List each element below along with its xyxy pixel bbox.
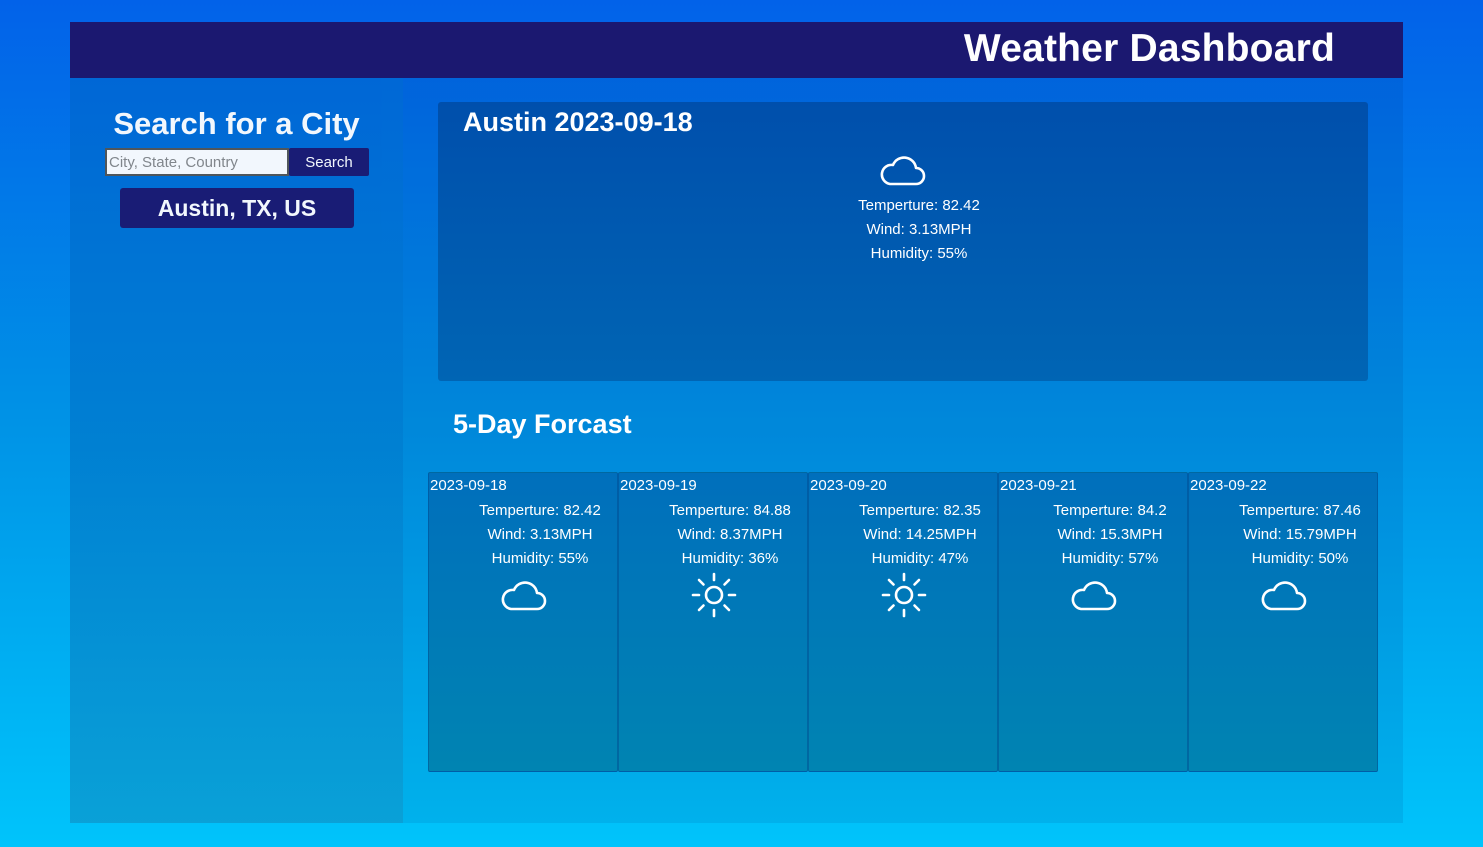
cloud-icon xyxy=(878,150,928,190)
forecast-humidity: Humidity: 36% xyxy=(681,550,779,567)
forecast-humidity: Humidity: 50% xyxy=(1251,550,1349,567)
forecast-stats: Temperture: 84.88 Wind: 8.37MPH Humidity… xyxy=(651,499,809,571)
forecast-humidity: Humidity: 55% xyxy=(491,550,589,567)
cloud-icon xyxy=(1259,571,1309,619)
forecast-wind: Wind: 8.37MPH xyxy=(677,526,783,543)
sun-icon xyxy=(879,571,929,619)
forecast-card: 2023-09-20 Temperture: 82.35 Wind: 14.25… xyxy=(808,472,998,772)
current-wind: Wind: 3.13MPH xyxy=(866,221,972,238)
forecast-wind: Wind: 14.25MPH xyxy=(863,526,977,543)
forecast-humidity: Humidity: 47% xyxy=(871,550,969,567)
forecast-date: 2023-09-22 xyxy=(1190,477,1267,494)
search-sidebar: Search for a City Search Austin, TX, US xyxy=(70,78,403,823)
forecast-stats: Temperture: 87.46 Wind: 15.79MPH Humidit… xyxy=(1221,499,1379,571)
sun-icon xyxy=(689,571,739,619)
forecast-stats: Temperture: 84.2 Wind: 15.3MPH Humidity:… xyxy=(1031,499,1189,571)
current-weather-title: Austin 2023-09-18 xyxy=(463,107,693,137)
search-button[interactable]: Search xyxy=(289,148,369,176)
forecast-card: 2023-09-18 Temperture: 82.42 Wind: 3.13M… xyxy=(428,472,618,772)
forecast-wind: Wind: 15.79MPH xyxy=(1243,526,1357,543)
header-bar: Weather Dashboard xyxy=(70,22,1403,78)
cloud-icon xyxy=(499,571,549,619)
forecast-stats: Temperture: 82.35 Wind: 14.25MPH Humidit… xyxy=(841,499,999,571)
forecast-temperature: Temperture: 82.42 xyxy=(479,502,601,519)
forecast-date: 2023-09-18 xyxy=(430,477,507,494)
current-weather-card: Austin 2023-09-18 Temperture: 82.42 Wind… xyxy=(438,102,1368,381)
forecast-humidity: Humidity: 57% xyxy=(1061,550,1159,567)
forecast-date: 2023-09-21 xyxy=(1000,477,1077,494)
cloud-icon xyxy=(1069,571,1119,619)
forecast-wind: Wind: 15.3MPH xyxy=(1057,526,1163,543)
forecast-date: 2023-09-20 xyxy=(810,477,887,494)
forecast-temperature: Temperture: 82.35 xyxy=(859,502,981,519)
page-title: Weather Dashboard xyxy=(963,27,1335,70)
current-temperature: Temperture: 82.42 xyxy=(858,197,980,214)
forecast-date: 2023-09-19 xyxy=(620,477,697,494)
forecast-card: 2023-09-19 Temperture: 84.88 Wind: 8.37M… xyxy=(618,472,808,772)
forecast-card: 2023-09-22 Temperture: 87.46 Wind: 15.79… xyxy=(1188,472,1378,772)
forecast-temperature: Temperture: 84.88 xyxy=(669,502,791,519)
forecast-temperature: Temperture: 87.46 xyxy=(1239,502,1361,519)
forecast-wind: Wind: 3.13MPH xyxy=(487,526,593,543)
forecast-temperature: Temperture: 84.2 xyxy=(1053,502,1167,519)
sidebar-title: Search for a City xyxy=(113,106,360,141)
current-weather-stats: Temperture: 82.42 Wind: 3.13MPH Humidity… xyxy=(438,194,1400,266)
current-humidity: Humidity: 55% xyxy=(870,245,968,262)
history-city-button[interactable]: Austin, TX, US xyxy=(120,188,354,228)
forecast-row: 2023-09-18 Temperture: 82.42 Wind: 3.13M… xyxy=(428,472,1378,772)
forecast-card: 2023-09-21 Temperture: 84.2 Wind: 15.3MP… xyxy=(998,472,1188,772)
forecast-title: 5-Day Forcast xyxy=(453,409,632,439)
app-container: Weather Dashboard Search for a City Sear… xyxy=(70,22,1403,823)
forecast-stats: Temperture: 82.42 Wind: 3.13MPH Humidity… xyxy=(461,499,619,571)
search-input[interactable] xyxy=(105,148,289,176)
